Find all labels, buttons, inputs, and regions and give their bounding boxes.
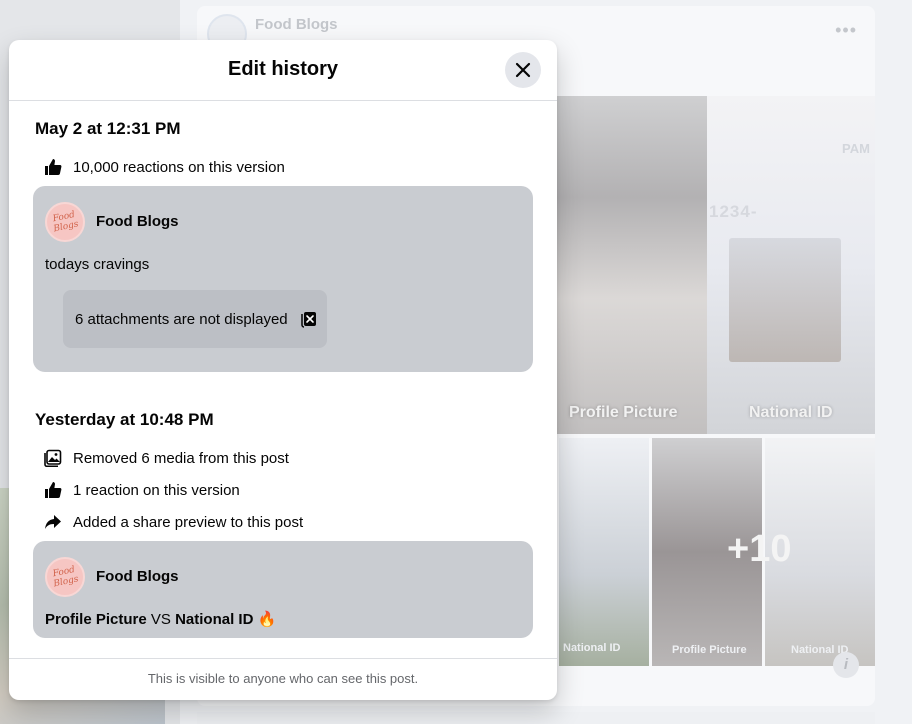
post-author: Food Blogs	[96, 213, 179, 230]
post-text: Profile Picture VS National ID 🔥	[45, 610, 276, 628]
hidden-attachments-notice: 6 attachments are not displayed	[63, 290, 327, 348]
post-author: Food Blogs	[96, 568, 179, 585]
feed-media-tile[interactable]	[559, 438, 649, 666]
change-text: Removed 6 media from this post	[73, 449, 289, 467]
close-icon	[515, 62, 531, 78]
small-national-id-label: National ID	[563, 642, 621, 654]
thumbs-up-icon	[43, 157, 63, 177]
post-text-bold-1: Profile Picture	[45, 611, 147, 628]
more-options-icon[interactable]: •••	[835, 20, 857, 41]
post-text: todays cravings	[45, 256, 150, 273]
thumbs-up-icon	[43, 480, 63, 500]
attachments-notice-text: 6 attachments are not displayed	[75, 310, 288, 328]
id-photo	[729, 238, 841, 362]
national-id-label: National ID	[749, 404, 833, 421]
avatar-text: Food Blogs	[51, 209, 80, 235]
version-date: Yesterday at 10:48 PM	[35, 410, 214, 429]
feed-media-grid-top[interactable]: Profile Picture National ID	[557, 96, 875, 434]
pam-text: PAM	[842, 141, 870, 156]
more-media-count[interactable]: +10	[727, 528, 791, 571]
fire-emoji: 🔥	[257, 611, 277, 628]
post-version-card: Food Blogs Food Blogs Profile Picture VS…	[33, 541, 533, 638]
post-text-bold-2: National ID	[175, 611, 254, 628]
avatar-text: Food Blogs	[51, 564, 80, 590]
version-date: May 2 at 12:31 PM	[35, 119, 181, 138]
profile-picture-tile[interactable]	[557, 96, 707, 434]
dialog-header: Edit history	[9, 40, 557, 101]
change-row-media: Removed 6 media from this post	[43, 447, 289, 469]
avatar: Food Blogs	[45, 557, 85, 597]
edit-history-dialog: Edit history May 2 at 12:31 PM 10,000 re…	[9, 40, 557, 700]
change-text: 10,000 reactions on this version	[73, 158, 285, 176]
dialog-title: Edit history	[227, 58, 338, 80]
share-icon	[43, 512, 63, 532]
profile-picture-label: Profile Picture	[569, 404, 678, 421]
close-button[interactable]	[505, 52, 541, 88]
hidden-media-icon	[300, 312, 316, 328]
avatar: Food Blogs	[45, 202, 85, 242]
feed-post-author[interactable]: Food Blogs	[255, 16, 338, 33]
change-text: 1 reaction on this version	[73, 481, 240, 499]
info-icon[interactable]: i	[833, 652, 859, 678]
post-version-card: Food Blogs Food Blogs todays cravings 6 …	[33, 186, 533, 372]
change-row-share: Added a share preview to this post	[43, 511, 303, 533]
change-row-reactions: 10,000 reactions on this version	[43, 156, 285, 178]
small-profile-picture-label: Profile Picture	[672, 644, 747, 656]
change-text: Added a share preview to this post	[73, 513, 304, 531]
change-row-reactions: 1 reaction on this version	[43, 479, 240, 501]
photo-icon	[43, 448, 63, 468]
dialog-body[interactable]: May 2 at 12:31 PM 10,000 reactions on th…	[9, 102, 557, 657]
feed-bottom-strip	[197, 712, 875, 724]
post-text-vs: VS	[146, 611, 176, 628]
visibility-note: This is visible to anyone who can see th…	[9, 658, 557, 700]
id-number-text: 1234-	[709, 202, 758, 221]
